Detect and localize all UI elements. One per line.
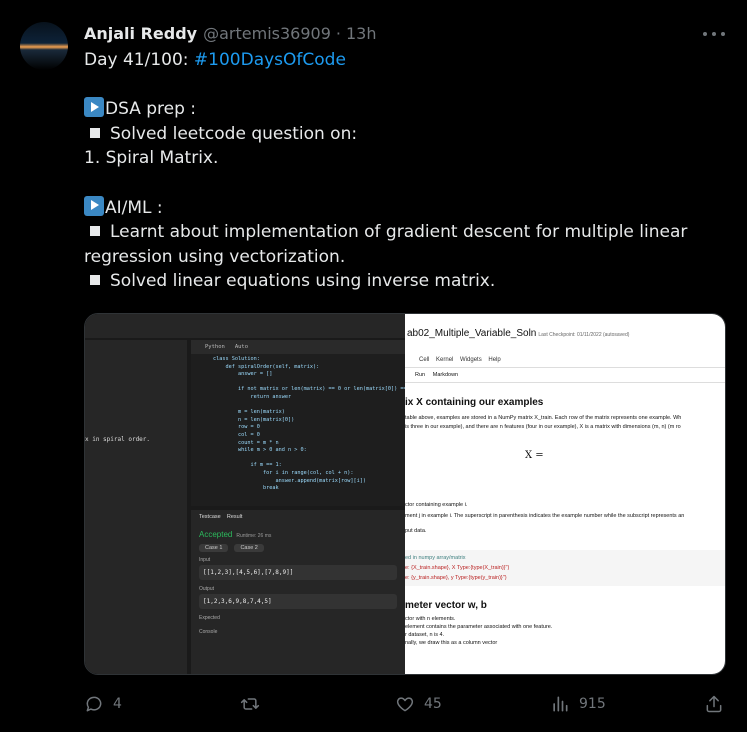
- square-bullet-icon: [90, 127, 100, 138]
- code-text: class Solution: def spiralOrder(self, ma…: [213, 356, 416, 492]
- notebook-title: ab02_Multiple_Variable_Soln: [407, 328, 537, 339]
- matrix-label: X =: [525, 450, 544, 461]
- menu-help: Help: [488, 357, 501, 363]
- para-1: table above, examples are stored in a Nu…: [405, 415, 682, 421]
- share-button[interactable]: [704, 692, 733, 716]
- output-label: Output: [199, 586, 215, 592]
- checkpoint: Last Checkpoint: 01/11/2022 (autosaved): [538, 332, 630, 338]
- like-button[interactable]: 45: [395, 692, 442, 716]
- menu-widgets: Widgets: [460, 357, 482, 363]
- square-bullet-icon: [90, 226, 100, 237]
- tweet-image[interactable]: x in spiral order. Python Auto class Sol…: [84, 313, 726, 675]
- ml-item-1: Learnt about implementation of gradient …: [110, 222, 688, 243]
- views-count: 915: [579, 696, 606, 712]
- expected-label: Expected: [199, 615, 220, 621]
- status-accepted: Accepted: [199, 530, 233, 539]
- para-2: is three in our example), and there are …: [405, 424, 681, 430]
- dsa-problem: 1. Spiral Matrix.: [84, 148, 219, 169]
- avatar[interactable]: [20, 22, 68, 70]
- code-editor: Python Auto class Solution: def spiralOr…: [191, 340, 416, 506]
- para-7: element contains the parameter associate…: [405, 624, 553, 630]
- menu-kernel: Kernel: [436, 357, 454, 363]
- reply-button[interactable]: 4: [84, 692, 122, 716]
- para-5: put data.: [405, 528, 427, 534]
- repost-button[interactable]: [240, 692, 269, 716]
- like-count: 45: [424, 696, 442, 712]
- para-6: ctor with n elements.: [405, 616, 456, 622]
- auto-label: Auto: [234, 344, 249, 350]
- action-bar: 4 45 915: [84, 692, 730, 716]
- input-label: Input: [199, 557, 211, 563]
- more-options-icon[interactable]: [703, 26, 725, 42]
- para-8: r dataset, n is 4.: [405, 632, 445, 638]
- para-3: ctor containing example i.: [405, 502, 468, 508]
- heart-icon: [396, 697, 414, 712]
- share-icon: [706, 695, 722, 713]
- reply-icon: [86, 696, 102, 712]
- tweet-text: Day 41/100: #100DaysOfCode DSA prep : So…: [84, 48, 724, 294]
- play-button-emoji-icon: [84, 195, 104, 216]
- ml-heading: AI/ML :: [105, 197, 163, 218]
- tweet-header: Anjali Reddy @artemis36909 · 13h: [84, 22, 376, 44]
- celltype: Markdown: [432, 372, 459, 378]
- square-bullet-icon: [90, 275, 100, 286]
- tab-result: Result: [226, 514, 243, 520]
- heading-2: meter vector w, b: [405, 600, 487, 611]
- code-line-1: ed in numpy array/matrix: [405, 555, 466, 561]
- problem-desc: x in spiral order.: [85, 436, 151, 443]
- runtime: Runtime: 26 ms: [236, 533, 272, 539]
- results-panel: Testcase Result Accepted Runtime: 26 ms C…: [191, 510, 405, 674]
- menu-cell: Cell: [419, 357, 430, 363]
- code-line-3: e: {y_train.shape}, y Type:{type(y_train…: [405, 575, 507, 581]
- author-handle[interactable]: @artemis36909: [203, 24, 331, 43]
- code-line-2: e: {X_train.shape}, X Type:{type(X_train…: [405, 565, 510, 571]
- views-chart-icon: [553, 696, 568, 712]
- jupyter-toolbar: Run Markdown: [405, 367, 725, 383]
- code-cell: ed in numpy array/matrix e: {X_train.sha…: [405, 550, 725, 586]
- repost-icon: [240, 698, 260, 710]
- case-1: Case 1: [199, 544, 229, 552]
- ml-item-1-cont: regression using vectorization.: [84, 246, 346, 267]
- console-label: Console: [199, 629, 218, 635]
- input-value: [[1,2,3],[4,5,6],[7,8,9]]: [199, 565, 397, 580]
- problem-panel: x in spiral order.: [85, 340, 187, 674]
- tweet-day: Day 41/100:: [84, 50, 194, 70]
- hashtag-link[interactable]: #100DaysOfCode: [194, 50, 346, 70]
- leetcode-screenshot: x in spiral order. Python Auto class Sol…: [85, 314, 416, 674]
- tab-testcase: Testcase: [199, 514, 221, 520]
- dsa-item: Solved leetcode question on:: [110, 123, 358, 144]
- para-4: ment j in example i. The superscript in …: [405, 513, 685, 519]
- reply-count: 4: [113, 696, 122, 712]
- output-value: [1,2,3,6,9,8,7,4,5]: [199, 594, 397, 609]
- jupyter-screenshot: ab02_Multiple_Variable_Soln Last Checkpo…: [405, 314, 725, 674]
- para-9: nally, we draw this as a column vector: [405, 640, 498, 646]
- play-button-emoji-icon: [84, 97, 104, 118]
- case-2: Case 2: [234, 544, 264, 552]
- dsa-heading: DSA prep :: [105, 99, 197, 120]
- ml-item-2: Solved linear equations using inverse ma…: [110, 271, 496, 292]
- author-name[interactable]: Anjali Reddy: [84, 24, 197, 43]
- heading-1: ix X containing our examples: [405, 397, 544, 408]
- lang-label: Python: [205, 344, 225, 350]
- views-button[interactable]: 915: [550, 692, 606, 716]
- jupyter-menu: Cell Kernel Widgets Help: [405, 339, 725, 363]
- separator: ·: [335, 23, 341, 43]
- timestamp[interactable]: 13h: [346, 24, 377, 43]
- run-label: Run: [415, 372, 426, 378]
